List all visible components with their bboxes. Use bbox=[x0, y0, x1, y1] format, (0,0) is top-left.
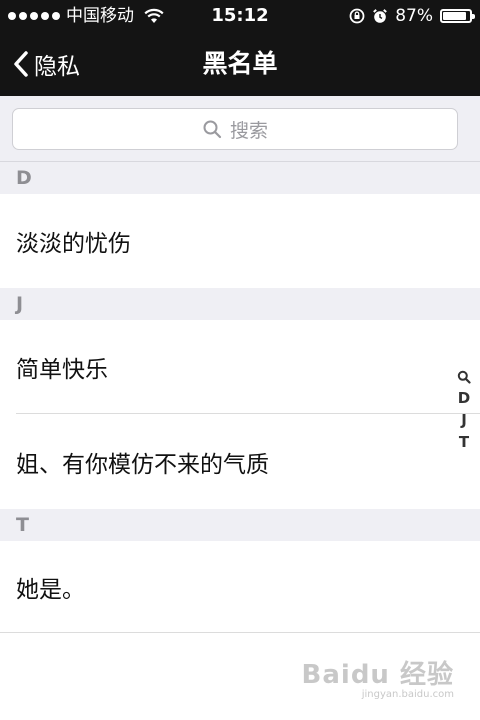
battery-fill bbox=[443, 12, 466, 20]
rotation-lock-icon bbox=[349, 8, 365, 24]
battery-percent: 87% bbox=[395, 6, 433, 26]
index-search-icon[interactable] bbox=[457, 366, 471, 387]
page-title: 黑名单 bbox=[202, 49, 278, 78]
search-icon bbox=[203, 120, 222, 139]
blacklist-list: D 淡淡的忧伤 J 简单快乐 姐、有你模仿不来的气质 T 她是。 bbox=[0, 162, 480, 633]
list-item[interactable]: 她是。 bbox=[0, 541, 480, 633]
section-header-d: D bbox=[0, 162, 480, 194]
contact-name: 简单快乐 bbox=[16, 357, 108, 383]
search-placeholder: 搜索 bbox=[229, 119, 268, 142]
contact-name: 她是。 bbox=[16, 577, 85, 603]
watermark-logo: Baidu 经验 bbox=[301, 660, 454, 690]
top-bar: 中国移动 15:12 87% 隐私 黑名单 bbox=[0, 0, 480, 96]
nav-bar: 隐私 黑名单 bbox=[0, 32, 480, 96]
watermark-url: jingyan.baidu.com bbox=[361, 689, 454, 700]
contact-name: 淡淡的忧伤 bbox=[16, 231, 131, 257]
search-input[interactable]: 搜索 bbox=[12, 108, 458, 150]
search-bar: 搜索 bbox=[0, 96, 480, 162]
section-header-t: T bbox=[0, 509, 480, 541]
status-bar: 中国移动 15:12 87% bbox=[0, 0, 480, 32]
contact-name: 姐、有你模仿不来的气质 bbox=[16, 451, 269, 478]
section-header-j: J bbox=[0, 288, 480, 320]
section-index: D J T bbox=[454, 366, 474, 453]
list-item[interactable]: 姐、有你模仿不来的气质 bbox=[0, 414, 480, 509]
alarm-icon bbox=[373, 9, 388, 23]
index-letter-j[interactable]: J bbox=[461, 410, 467, 431]
status-right: 87% bbox=[349, 0, 475, 32]
index-letter-d[interactable]: D bbox=[458, 388, 470, 409]
watermark: Baidu 经验 jingyan.baidu.com bbox=[302, 654, 454, 700]
list-item[interactable]: 淡淡的忧伤 bbox=[0, 194, 480, 288]
battery-icon bbox=[440, 9, 475, 23]
index-letter-t[interactable]: T bbox=[459, 432, 469, 453]
list-item[interactable]: 简单快乐 bbox=[0, 320, 480, 414]
